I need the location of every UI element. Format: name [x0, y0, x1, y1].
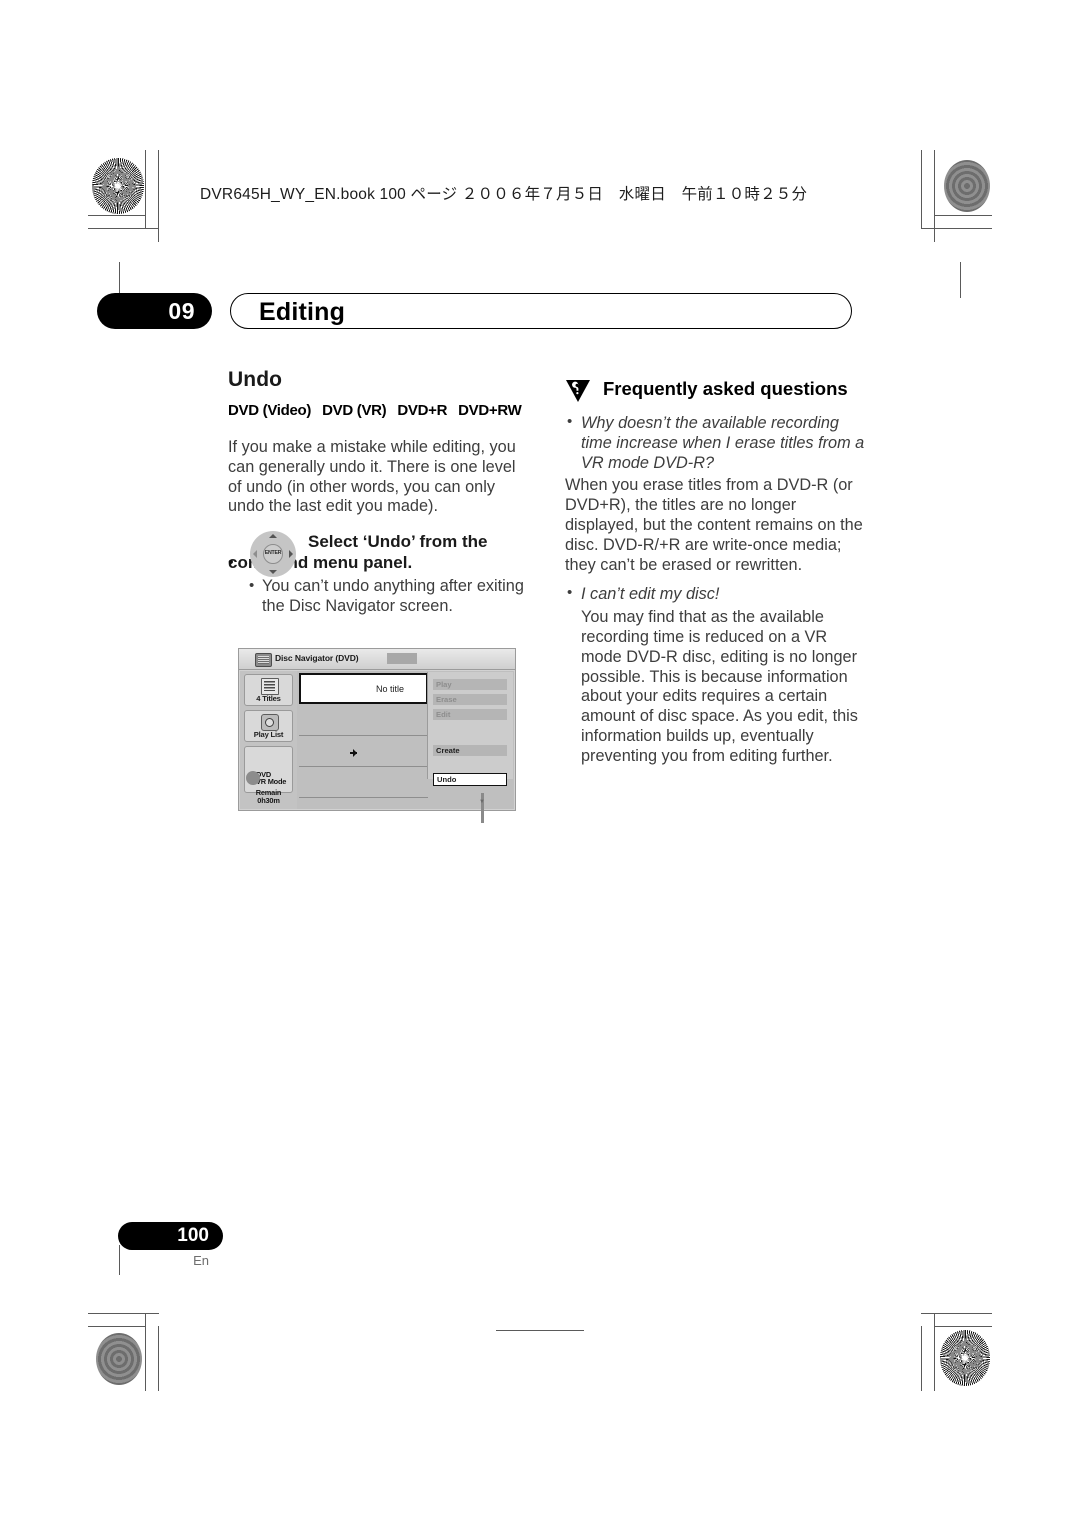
command-edit[interactable]: Edit: [433, 709, 507, 720]
title-row-label: No title: [375, 684, 404, 694]
arrow-up-icon: [269, 534, 277, 539]
registration-crosshair: [938, 1330, 984, 1376]
chapter-header: 09 Editing: [97, 293, 852, 329]
registration-crosshair: [875, 1268, 921, 1314]
list-item: You can’t undo anything after exiting th…: [249, 576, 528, 617]
crop-rule: [88, 1326, 146, 1327]
step-subnotes: You can’t undo anything after exiting th…: [228, 576, 528, 617]
crop-rule: [145, 150, 146, 228]
page-language-code: En: [193, 1253, 209, 1268]
table-row[interactable]: [299, 706, 428, 736]
registration-crosshair: [938, 226, 984, 272]
registration-crosshair: [875, 166, 921, 212]
density-ring-mark: [944, 160, 990, 212]
arrow-left-icon: [253, 550, 257, 559]
titles-list-icon: [260, 678, 279, 695]
arrow-right-icon: [289, 550, 293, 559]
density-starburst-mark: [92, 158, 144, 214]
disc-format-badges: DVD (Video) DVD (VR) DVD+R DVD+RW: [228, 399, 528, 424]
crop-rule: [960, 262, 961, 298]
book-file-info: DVR645H_WY_EN.book 100 ページ ２００６年７月５日 水曜日…: [200, 186, 808, 203]
play-list-icon: [260, 714, 279, 731]
registration-crosshair: [152, 1330, 198, 1376]
faq-question: I can’t edit my disc!: [581, 585, 720, 604]
command-menu-panel: Play Erase Edit Create Undo: [427, 672, 513, 786]
sidebar-item-titles[interactable]: 4 Titles: [244, 674, 293, 706]
step-bullet: •: [228, 554, 234, 572]
table-row[interactable]: No title: [299, 673, 428, 704]
enter-button-icon: ENTER: [263, 544, 283, 565]
faq-question: Why doesn’t the available recording time…: [581, 414, 865, 472]
disc-navigator-icon: [255, 653, 272, 667]
sidebar-item-label: 4 Titles: [256, 694, 281, 703]
faq-answer: You may find that as the available recor…: [581, 608, 858, 765]
disc-navigator-screenshot: Disc Navigator (DVD) 0Titles 4 Titles Pl…: [238, 648, 516, 823]
disc-badge-dvd-plus-r: DVD+R: [397, 399, 447, 424]
table-row[interactable]: [299, 737, 428, 767]
crop-rule: [496, 1330, 584, 1331]
registration-crosshair: [152, 166, 198, 212]
crop-rule: [934, 1313, 935, 1391]
arrow-down-icon: [269, 570, 277, 575]
list-item: I can’t edit my disc! You may find that …: [565, 584, 865, 766]
remain-value: 0h30m: [257, 796, 280, 805]
step-select-undo: • ENTER Select ‘Undo’ from the command m…: [228, 531, 528, 617]
crop-rule: [145, 1313, 146, 1391]
disc-media-info: DVD VR Mode Remain 0h30m: [244, 771, 293, 805]
disc-badge-dvd-video: DVD (Video): [228, 399, 311, 424]
crop-rule: [921, 1326, 922, 1391]
disc-badge-dvd-plus-rw: DVD+RW: [458, 399, 522, 424]
question-triangle-icon: [566, 380, 590, 402]
page-number-badge: 100: [118, 1222, 223, 1250]
scrollbar[interactable]: [481, 793, 484, 823]
command-undo[interactable]: Undo: [433, 773, 507, 786]
sidebar-item-play-list[interactable]: Play List: [244, 710, 293, 742]
sidebar-item-label: Play List: [253, 730, 284, 739]
disc-navigator-title: Disc Navigator (DVD): [275, 653, 359, 663]
faq-header: Frequently asked questions: [565, 378, 865, 404]
crop-rule: [934, 1326, 992, 1327]
disc-navigator-sidebar: 4 Titles Play List DVD VR Mode Remain 0h…: [240, 671, 297, 809]
titlebar-progress-chip: [387, 653, 417, 664]
crop-rule: [921, 1313, 992, 1314]
right-column: Frequently asked questions Why doesn’t t…: [565, 378, 865, 777]
table-row[interactable]: [299, 768, 428, 798]
step-instruction-line1: Select ‘Undo’ from the: [308, 532, 488, 552]
faq-answer-wrap: You may find that as the available recor…: [581, 608, 865, 766]
command-play[interactable]: Play: [433, 679, 507, 690]
faq-heading: Frequently asked questions: [603, 378, 848, 399]
disc-navigator-titlebar: Disc Navigator (DVD): [239, 649, 515, 670]
faq-list: Why doesn’t the available recording time…: [565, 413, 865, 767]
crop-rule: [921, 150, 922, 228]
command-erase[interactable]: Erase: [433, 694, 507, 705]
crop-rule: [934, 215, 992, 216]
selection-pointer-icon: [350, 749, 357, 757]
disc-badge-dvd-vr: DVD (VR): [322, 399, 387, 424]
crop-rule: [88, 215, 146, 216]
density-ring-mark: [96, 1333, 142, 1385]
undo-intro-paragraph: If you make a mistake while editing, you…: [228, 438, 516, 516]
faq-answer: When you erase titles from a DVD-R (or D…: [565, 476, 863, 574]
list-item: Why doesn’t the available recording time…: [565, 413, 865, 575]
title-list: No title ▼ Play Erase Edit Create Undo: [297, 671, 514, 823]
left-column: Undo DVD (Video) DVD (VR) DVD+R DVD+RW If y…: [228, 368, 528, 623]
command-create[interactable]: Create: [433, 745, 507, 756]
scroll-down-icon[interactable]: ▼: [479, 799, 485, 805]
enter-dpad-icon: ENTER: [250, 531, 296, 578]
faq-answer-wrap: When you erase titles from a DVD-R (or D…: [565, 476, 865, 575]
chapter-title-pill: Editing: [230, 293, 852, 329]
page-title: Editing: [259, 298, 346, 326]
chapter-number-badge: 09: [97, 293, 212, 329]
disc-icon: [246, 770, 260, 785]
section-heading-undo: Undo: [228, 368, 283, 391]
